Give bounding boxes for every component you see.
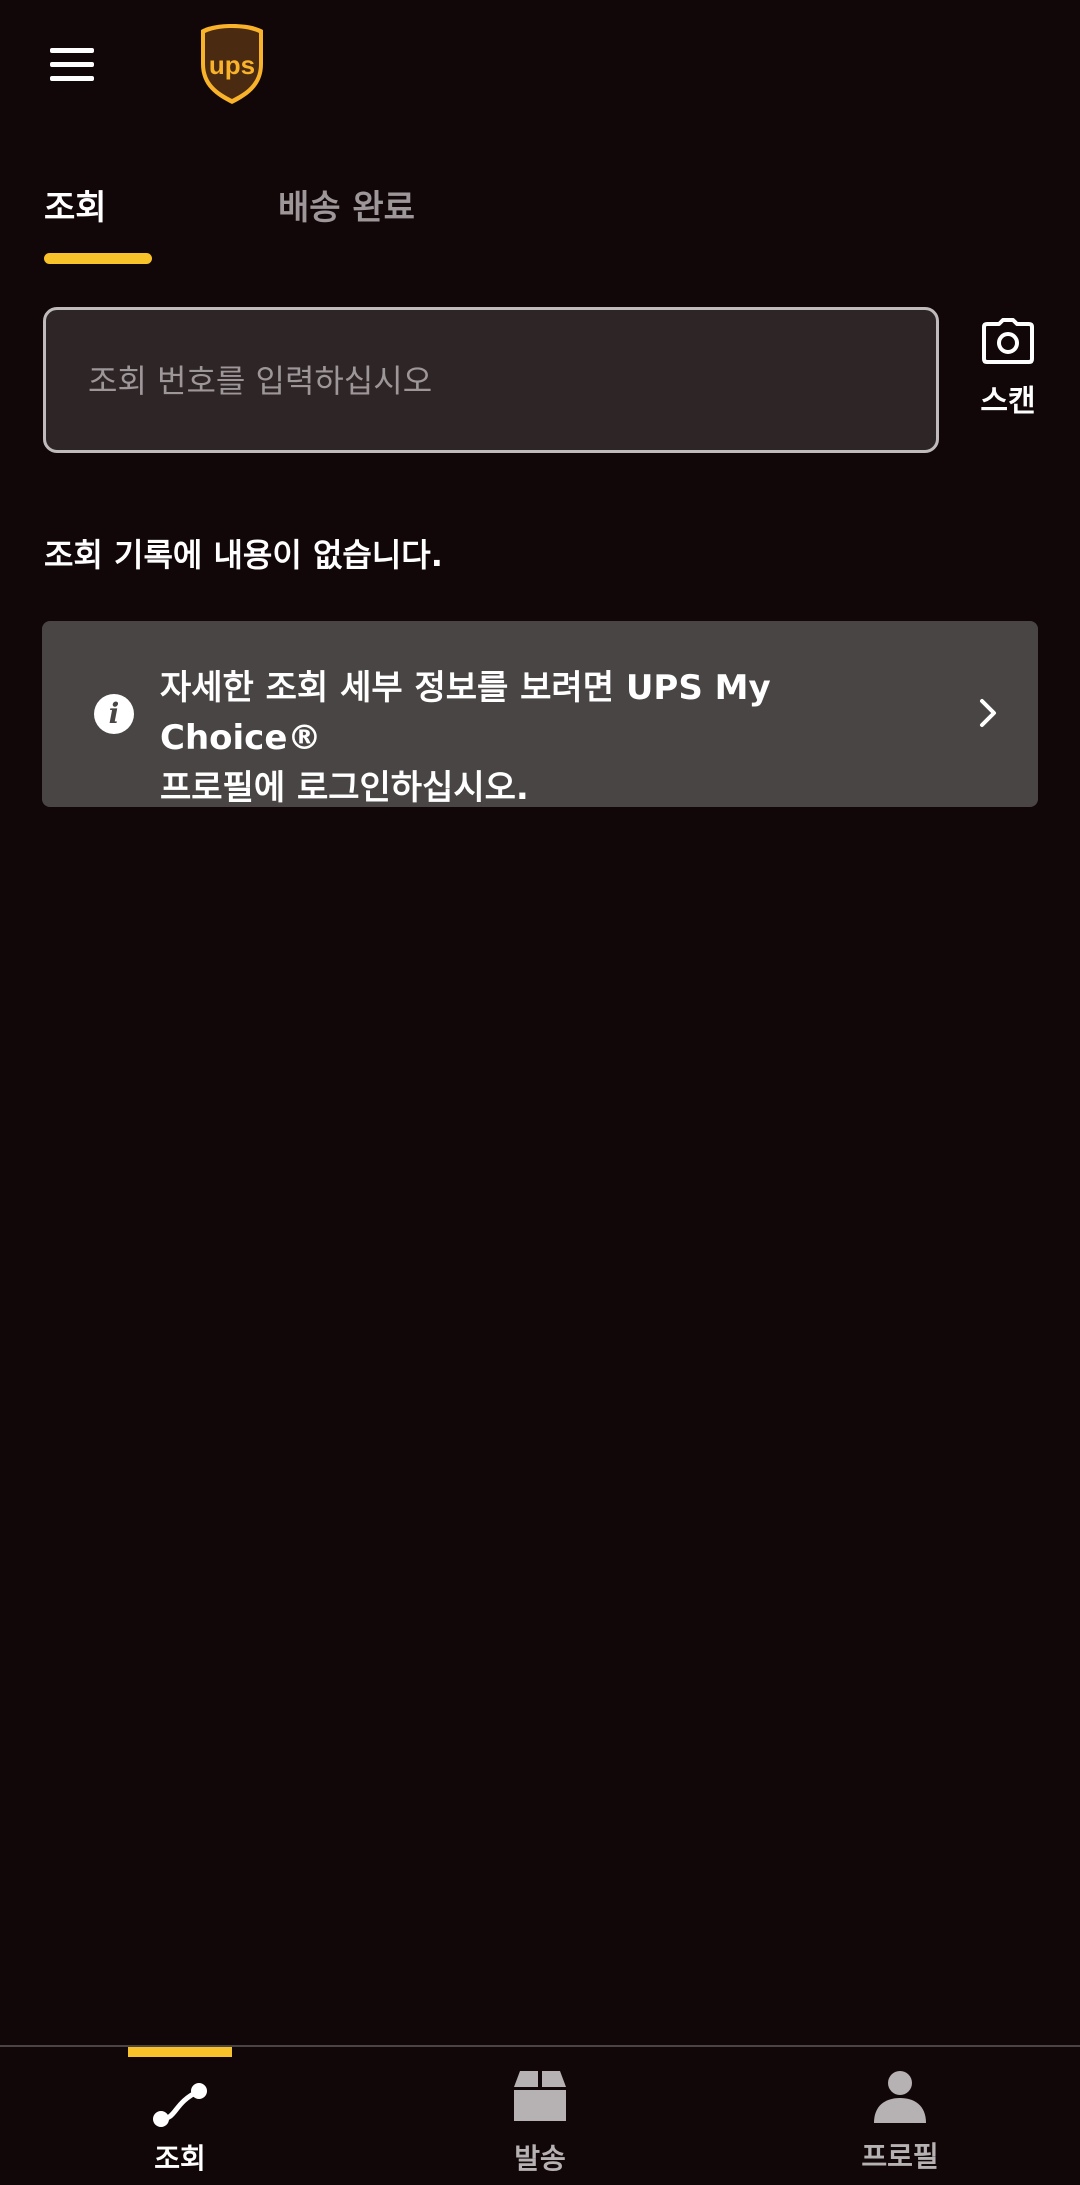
nav-item-ship[interactable]: 발송 bbox=[420, 2047, 660, 2185]
nav-label-profile: 프로필 bbox=[861, 2140, 939, 2173]
nav-item-track[interactable]: 조회 bbox=[60, 2047, 300, 2185]
login-prompt-line1: 자세한 조회 세부 정보를 보려면 UPS My Choice® bbox=[160, 668, 771, 758]
camera-icon bbox=[982, 318, 1034, 364]
tracking-number-input[interactable] bbox=[86, 310, 910, 452]
login-prompt-text: 자세한 조회 세부 정보를 보려면 UPS My Choice® 프로필에 로그… bbox=[160, 663, 940, 813]
menu-icon-bar bbox=[50, 48, 94, 53]
login-prompt-line2: 프로필에 로그인하십시오. bbox=[160, 768, 529, 808]
info-icon: i bbox=[94, 694, 134, 734]
active-tab-indicator bbox=[44, 253, 152, 264]
empty-history-message: 조회 기록에 내용이 없습니다. bbox=[44, 536, 443, 574]
nav-label-ship: 발송 bbox=[514, 2142, 566, 2175]
logo-text: ups bbox=[209, 50, 255, 80]
tab-delivered[interactable]: 배송 완료 bbox=[278, 180, 415, 229]
tab-track[interactable]: 조회 bbox=[44, 180, 107, 229]
menu-button[interactable] bbox=[44, 40, 104, 90]
package-icon bbox=[514, 2071, 566, 2121]
nav-label-track: 조회 bbox=[154, 2142, 206, 2175]
chevron-right-icon bbox=[980, 699, 996, 727]
menu-icon-bar bbox=[50, 76, 94, 81]
route-icon bbox=[153, 2083, 207, 2127]
nav-item-profile[interactable]: 프로필 bbox=[780, 2047, 1020, 2185]
tab-bar: 조회 배송 완료 bbox=[0, 180, 1080, 270]
app-header: ups bbox=[0, 0, 1080, 140]
scan-label: 스캔 bbox=[980, 384, 1036, 419]
login-prompt-card[interactable]: i 자세한 조회 세부 정보를 보려면 UPS My Choice® 프로필에 … bbox=[42, 621, 1038, 808]
bottom-navigation: 조회 발송 프로필 bbox=[0, 2045, 1080, 2185]
ups-logo: ups bbox=[201, 24, 263, 104]
scan-button[interactable]: 스캔 bbox=[968, 318, 1048, 438]
menu-icon-bar bbox=[50, 62, 94, 67]
person-icon bbox=[874, 2071, 926, 2123]
tracking-number-field[interactable] bbox=[43, 307, 939, 453]
